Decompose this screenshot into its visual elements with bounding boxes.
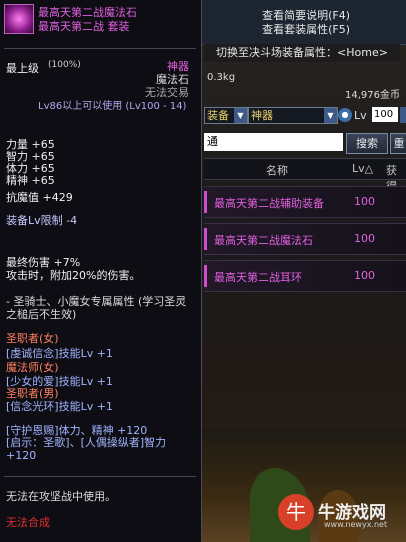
divider [4, 48, 196, 49]
level-toggle-icon[interactable]: ● [338, 108, 352, 122]
rarity-marker [204, 191, 207, 213]
switch-duel-attributes[interactable]: 切换至决斗场装备属性：<Home> [204, 44, 400, 62]
top-hint-bar: 查看简要说明(F4) 查看套装属性(F5) [200, 0, 406, 45]
stat-line: 精神 +65 [6, 174, 55, 187]
class-label: 圣职者(女) [6, 332, 59, 345]
inventory-weight: 0.3kg [207, 72, 236, 83]
chevron-down-icon[interactable]: ▼ [324, 108, 337, 123]
row-level: 100 [354, 232, 375, 245]
item-type-select[interactable]: 装备 ▼ [204, 107, 248, 124]
item-type-value: 装备 [207, 109, 229, 122]
hint-set-attributes[interactable]: 查看套装属性(F5) [262, 21, 350, 37]
table-header: 名称 Lv△ 获得 [204, 158, 406, 193]
magic-stone-icon [4, 4, 34, 34]
row-name: 最高天第二战辅助装备 [214, 197, 324, 210]
grade-value: 神器 [251, 109, 273, 122]
table-row[interactable]: 最高天第二战魔法石 100 [204, 223, 406, 255]
skill-bonus: [启示：圣歌]、[人偶操纵者]智力 +120 [6, 436, 167, 462]
usage-restriction: 无法在攻坚战中使用。 [6, 490, 116, 503]
gold-amount: 14,976金币 [345, 90, 400, 101]
watermark: 牛 牛游戏网 www.newyx.net [278, 494, 398, 534]
resist-value: 抗魔值 +429 [6, 191, 73, 204]
row-name: 最高天第二战耳环 [214, 271, 302, 284]
row-level: 100 [354, 269, 375, 282]
skill-bonus: [信念光环]技能Lv +1 [6, 400, 113, 413]
table-row[interactable]: 最高天第二战耳环 100 [204, 260, 406, 292]
column-level[interactable]: Lv△ [352, 162, 373, 175]
level-requirement: Lv86以上可以使用 (Lv100 - 14) [38, 101, 187, 112]
column-name[interactable]: 名称 [266, 162, 288, 178]
item-tooltip: 最高天第二战魔法石 最高天第二战 套装 神器 最上级 (100%) 魔法石 无法… [0, 0, 202, 542]
grade-select[interactable]: 神器 ▼ [248, 107, 338, 124]
search-button[interactable]: 搜索 [346, 133, 388, 154]
chevron-down-icon[interactable]: ▼ [234, 108, 247, 123]
quality-percent: (100%) [48, 60, 81, 70]
row-name: 最高天第二战魔法石 [214, 234, 313, 247]
row-level: 100 [354, 195, 375, 208]
table-row[interactable]: 最高天第二战辅助装备 100 [204, 186, 406, 218]
level-limit: 装备Lv限制 -4 [6, 214, 78, 227]
search-input[interactable]: 通 [204, 133, 343, 151]
filter-row: 装备 ▼ 神器 ▼ ● Lv 100 [204, 107, 406, 125]
extra-damage: 攻击时，附加20%的伤害。 [6, 269, 141, 282]
watermark-url: www.newyx.net [324, 520, 388, 529]
reset-button[interactable]: 重 [390, 133, 406, 154]
rarity-marker [204, 265, 207, 287]
item-set-line: 最高天第二战 套装 [38, 20, 130, 33]
synthesis-restriction: 无法合成 [6, 516, 50, 529]
level-stepper[interactable] [400, 107, 406, 123]
level-label: Lv [354, 109, 367, 122]
watermark-logo-icon: 牛 [278, 494, 314, 530]
class-exclusive-note: - 圣骑士、小魔女专属属性 (学习圣灵之槌后不生效) [6, 295, 187, 321]
level-input[interactable]: 100 [372, 107, 398, 122]
divider [4, 476, 196, 477]
rarity-marker [204, 228, 207, 250]
quality-label: 最上级 [6, 62, 39, 75]
